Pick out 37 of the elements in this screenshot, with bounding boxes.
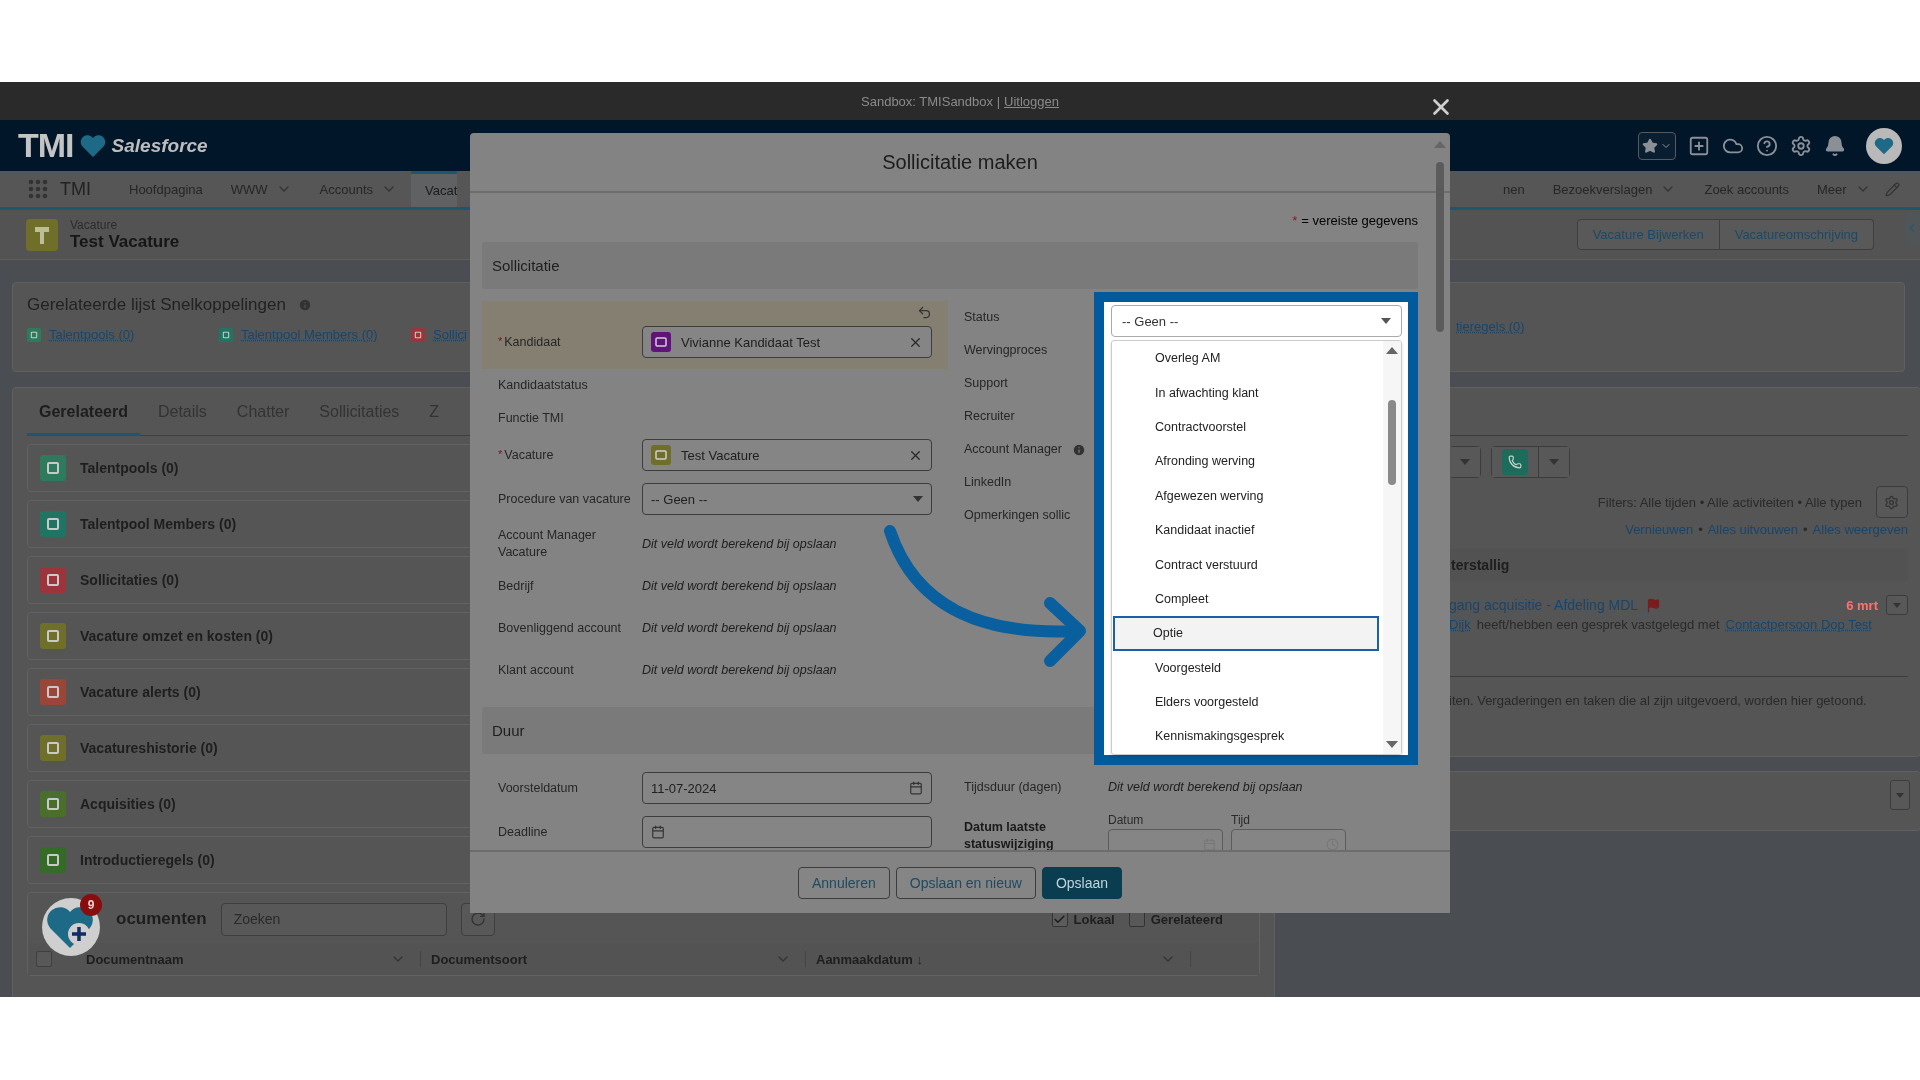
field-label: Deadline	[498, 823, 548, 841]
field-label: Bovenliggend account	[498, 619, 621, 637]
field-label: Vacature	[504, 446, 554, 464]
field-label: Wervingproces	[964, 342, 1048, 359]
record-title: Test Vacature	[70, 231, 180, 252]
field-label: Account Manager	[964, 441, 1062, 458]
field-value: Dit veld wordt berekend bij opslaan	[1108, 780, 1303, 794]
required-note: = vereiste gegevens	[1301, 213, 1418, 228]
field-label: Tijdsduur (dagen)	[964, 778, 1062, 796]
field-label: Functie TMI	[498, 410, 564, 427]
required-mark: *	[498, 446, 503, 462]
field-label: Bedrijf	[498, 577, 534, 595]
field-label: Status	[964, 309, 1000, 326]
list-title: Sollicitaties (0)	[80, 572, 179, 588]
brand-text: Salesforce	[111, 134, 208, 157]
field-label: Procedure van vacature	[498, 490, 631, 508]
field-label: Voorsteldatum	[498, 779, 578, 797]
field-label: Datum	[1108, 813, 1145, 827]
separator: •	[1803, 522, 1808, 537]
field-label: Opmerkingen sollic	[964, 507, 1071, 524]
sandbox-label: Sandbox: TMISandbox |	[861, 93, 1001, 109]
separator: •	[1698, 522, 1703, 537]
field-label: Recruiter	[964, 408, 1015, 425]
logo-text: TMI	[18, 126, 74, 165]
modal-title: Sollicitatie maken	[882, 150, 1038, 174]
required-mark: *	[1292, 213, 1298, 228]
field-label: Account Manager Vacature	[498, 527, 597, 561]
card-title: ocumenten	[116, 909, 207, 929]
field-label: Tijd	[1231, 813, 1251, 827]
field-label: Kandidaatstatus	[498, 377, 588, 394]
field-label: Klant account	[498, 661, 574, 679]
activity-date: 6 mrt	[1846, 597, 1878, 613]
field-label: Kandidaat	[504, 333, 561, 351]
field-label: Datum laatste statuswijziging	[964, 819, 1055, 850]
field-label: Support	[964, 375, 1008, 392]
required-mark: *	[498, 333, 503, 349]
field-label: LinkedIn	[964, 474, 1012, 491]
